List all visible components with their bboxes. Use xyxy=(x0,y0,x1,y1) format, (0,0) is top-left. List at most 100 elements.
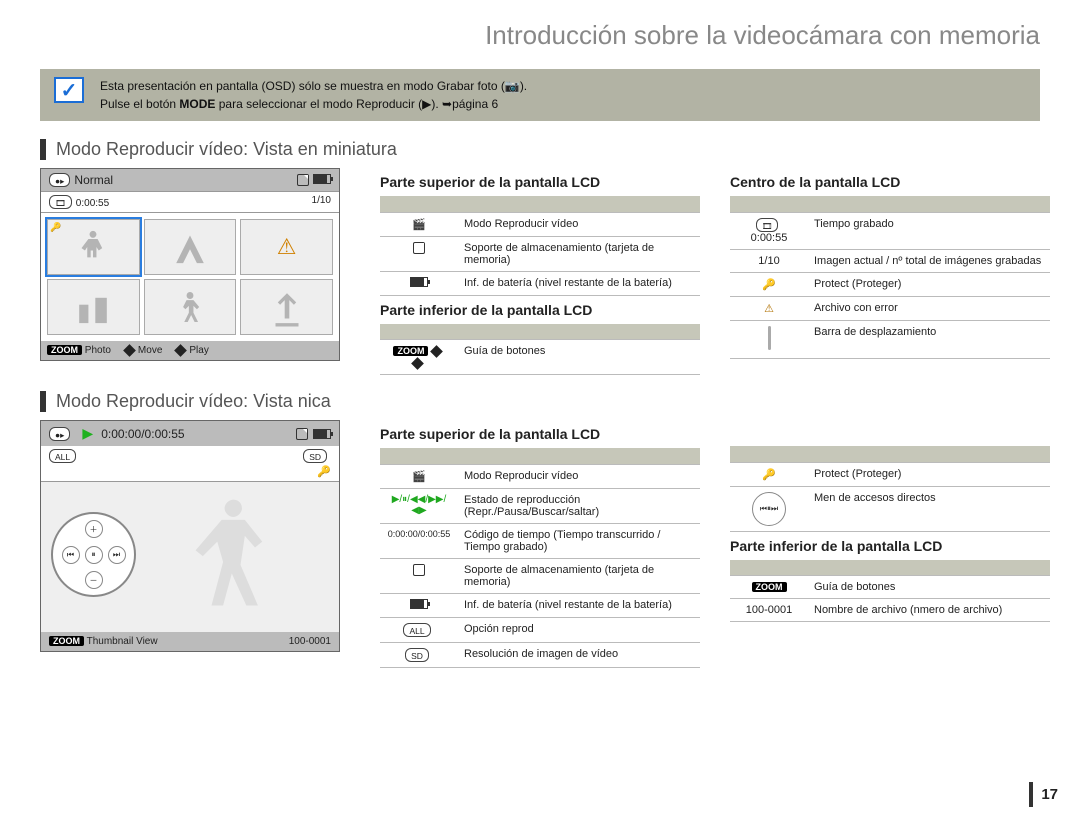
zoom-chip-icon: ZOOM xyxy=(393,346,428,356)
s2-right-table: 🔑 Protect (Proteger) ⏮⏸⏭ Men de accesos di… xyxy=(730,446,1050,532)
storage-icon xyxy=(296,428,308,440)
filename: 100-0001 xyxy=(289,636,331,647)
battery-icon xyxy=(410,277,428,287)
cell: Opción reprod xyxy=(458,617,700,642)
key-icon: 🔑 xyxy=(762,278,776,291)
sd-badge-icon: SD xyxy=(405,648,429,662)
s2-top-table: 🎬Modo Reproducir vídeo ▶/⏸/◀◀/▶▶/◀▶Estad… xyxy=(380,448,700,668)
scrollbar-icon xyxy=(768,326,771,350)
diamond-icon xyxy=(123,344,136,357)
s1-top-table: 🎬 Modo Reproducir vídeo Soporte de almace… xyxy=(380,196,700,296)
cell: Inf. de batería (nivel restante de la ba… xyxy=(458,593,700,617)
all-badge-icon: ALL xyxy=(403,623,430,637)
warning-icon: ⚠ xyxy=(277,234,297,260)
cell: Inf. de batería (nivel restante de la ba… xyxy=(458,271,700,295)
lcd-single-preview: ●▸ ▶ 0:00:00/0:00:55 ALL SD 🔑 xyxy=(40,420,340,652)
note-line2b: para seleccionar el modo Reproducir (▶).… xyxy=(219,97,488,111)
info-icon: ✓ xyxy=(54,77,84,103)
storage-icon xyxy=(297,174,309,186)
note-line2a: Pulse el botón xyxy=(100,97,179,111)
cell: Men de accesos directos xyxy=(808,486,1050,531)
cell: Nombre de archivo (nmero de archivo) xyxy=(808,599,1050,622)
play-icon: ▶ xyxy=(82,425,93,442)
battery-icon xyxy=(313,174,331,184)
cell-ic: 100-0001 xyxy=(730,599,808,622)
page-title: Introducción sobre la videocámara con me… xyxy=(40,20,1040,51)
diamond-icon xyxy=(411,357,424,370)
clip-counter: 1/10 xyxy=(312,195,331,209)
cell-ic: 1/10 xyxy=(730,249,808,272)
dancer-silhouette xyxy=(151,488,301,633)
thumbnail-3-error[interactable]: ⚠ xyxy=(240,219,333,275)
storage-icon xyxy=(413,564,425,576)
shortcut-wheel-icon: ⏮⏸⏭ xyxy=(752,492,786,526)
battery-icon xyxy=(313,429,331,439)
cell: Resolución de imagen de vídeo xyxy=(458,642,700,667)
ic-playback: 🎬 xyxy=(412,219,426,231)
minus-button[interactable]: － xyxy=(85,571,103,589)
thumbnail-2[interactable] xyxy=(144,219,237,275)
thumbnail-5[interactable] xyxy=(144,279,237,335)
cell: Protect (Proteger) xyxy=(808,462,1050,486)
cell: Soporte de almacenamiento (tarjeta de me… xyxy=(458,558,700,593)
playstate-icons: ▶/⏸/◀◀/▶▶/◀▶ xyxy=(380,488,458,523)
s2-bottom-title: Parte inferior de la pantalla LCD xyxy=(730,538,1050,554)
s1-bottom-title: Parte inferior de la pantalla LCD xyxy=(380,302,700,318)
footer-label: Thumbnail View xyxy=(87,636,158,647)
time-badge-icon: 🎞 xyxy=(756,218,779,232)
cell: Modo Reproducir vídeo xyxy=(458,212,700,236)
battery-icon xyxy=(410,599,428,609)
zoom-chip-icon: ZOOM xyxy=(752,582,787,592)
mode-label: MODE xyxy=(179,97,215,111)
section1-title: Modo Reproducir vídeo: Vista en miniatur… xyxy=(40,139,1040,160)
shortcut-wheel[interactable]: ＋ ⏮ ⏸ ⏭ － xyxy=(51,512,136,597)
cell: Guía de botones xyxy=(458,340,700,375)
time-badge-icon: 🎞 xyxy=(49,195,72,209)
next-button[interactable]: ⏭ xyxy=(108,546,126,564)
s1-bottom-table: ZOOM Guía de botones xyxy=(380,324,700,376)
cell-ic: 🎬 xyxy=(380,464,458,488)
play-label: Play xyxy=(189,345,208,356)
cell: Modo Reproducir vídeo xyxy=(458,464,700,488)
thumbnail-6[interactable] xyxy=(240,279,333,335)
prev-button[interactable]: ⏮ xyxy=(62,546,80,564)
s2-top-title: Parte superior de la pantalla LCD xyxy=(380,426,700,442)
s2-bottom-table: ZOOM Guía de botones 100-0001Nombre de ar… xyxy=(730,560,1050,623)
note-line1: Esta presentación en pantalla (OSD) sólo… xyxy=(100,79,527,93)
page-number: 17 xyxy=(1029,782,1058,807)
thumbnail-1[interactable]: 🔑 xyxy=(47,219,140,275)
s1-top-title: Parte superior de la pantalla LCD xyxy=(380,174,700,190)
cell: Imagen actual / nº total de imágenes gra… xyxy=(808,249,1050,272)
s1-center-table: 🎞 0:00:55 Tiempo grabado 1/10Imagen actua… xyxy=(730,196,1050,359)
cell: Código de tiempo (Tiempo transcurrido / … xyxy=(458,523,700,558)
playback-icon: ●▸ xyxy=(49,173,70,187)
plus-button[interactable]: ＋ xyxy=(85,520,103,538)
pause-button[interactable]: ⏸ xyxy=(85,546,103,564)
zoom-chip: ZOOM xyxy=(47,345,82,355)
move-label: Move xyxy=(138,345,162,356)
cell: Archivo con error xyxy=(808,296,1050,320)
lcd-thumbnail-preview: ●▸ Normal 🎞 0:00:55 1/10 🔑 ⚠ xyxy=(40,168,340,361)
key-icon: 🔑 xyxy=(317,465,331,478)
storage-icon xyxy=(413,242,425,254)
cell: Barra de desplazamiento xyxy=(808,320,1050,358)
cell-ic: 0:00:55 xyxy=(751,232,788,244)
timecode: 0:00:00/0:00:55 xyxy=(101,427,184,441)
note-page-ref: 6 xyxy=(492,97,499,111)
cell: Estado de reproducción (Repr./Pausa/Busc… xyxy=(458,488,700,523)
cell: Protect (Proteger) xyxy=(808,272,1050,296)
playback-icon: ●▸ xyxy=(49,427,70,441)
cell: Guía de botones xyxy=(808,576,1050,599)
cell: Tiempo grabado xyxy=(808,212,1050,249)
clip-time: 0:00:55 xyxy=(76,198,109,209)
cell: Soporte de almacenamiento (tarjeta de me… xyxy=(458,236,700,271)
cell-ic: 0:00:00/0:00:55 xyxy=(380,523,458,558)
all-badge-icon: ALL xyxy=(49,449,76,463)
s1-center-title: Centro de la pantalla LCD xyxy=(730,174,1050,190)
mode-text: Normal xyxy=(74,173,113,187)
key-icon: 🔑 xyxy=(762,468,776,481)
info-text: Esta presentación en pantalla (OSD) sólo… xyxy=(100,77,527,113)
diamond-icon xyxy=(430,345,443,358)
thumbnail-4[interactable] xyxy=(47,279,140,335)
warning-icon: ⚠ xyxy=(764,303,774,315)
